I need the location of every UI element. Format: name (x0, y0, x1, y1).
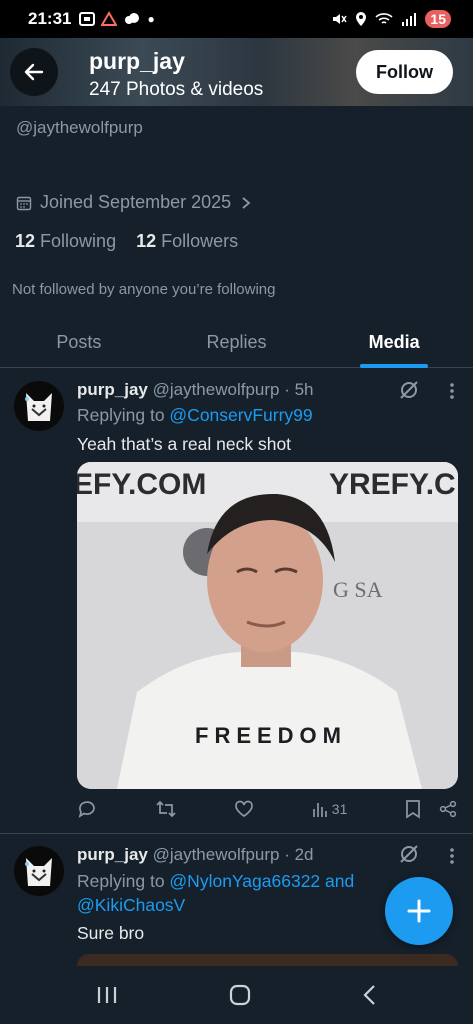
bookmark-icon[interactable] (405, 799, 421, 819)
backdrop-text-right: YREFY.C (329, 468, 456, 501)
grok-icon[interactable] (399, 380, 419, 400)
back-icon[interactable] (361, 984, 379, 1006)
share-icon[interactable] (439, 800, 457, 818)
backdrop-text-side: G SA (333, 577, 383, 602)
post-author-handle[interactable]: @jaythewolfpurp (153, 845, 280, 864)
notification-icons: ● (79, 11, 155, 27)
joined-date[interactable]: Joined September 2025 (16, 192, 253, 213)
post-media-image[interactable]: EFY.COM YREFY.C G SA FREEDOM (77, 462, 458, 789)
mention-link[interactable]: @NylonYaga66322 and (169, 871, 354, 891)
tab-replies[interactable]: Replies (158, 318, 316, 367)
profile-tabs: Posts Replies Media (0, 318, 473, 368)
tab-posts[interactable]: Posts (0, 318, 158, 367)
avatar[interactable] (14, 846, 64, 896)
post-text: Yeah that’s a real neck shot (77, 434, 292, 454)
followers-label: Followers (161, 231, 239, 251)
wolf-avatar-icon (25, 858, 52, 886)
back-arrow-icon (24, 63, 44, 81)
recent-apps-icon[interactable] (95, 984, 119, 1006)
profile-header: purp_jay 247 Photos & videos Follow (0, 38, 473, 106)
cloud-icon (125, 13, 140, 24)
followers-count: 12 (136, 231, 157, 251)
views-icon (312, 803, 327, 817)
backdrop-text-left: EFY.COM (77, 468, 206, 501)
system-nav-bar (0, 966, 473, 1024)
following-label: Following (40, 231, 117, 251)
system-icons: 15 (331, 10, 451, 28)
reply-icon[interactable] (77, 799, 97, 819)
status-bar: 21:31 ● 15 (0, 0, 473, 38)
post-time: · 5h (284, 380, 314, 399)
post-author-handle[interactable]: @jaythewolfpurp (153, 380, 280, 399)
location-icon (356, 12, 367, 26)
wifi-icon (375, 13, 393, 24)
post-author-name[interactable]: purp_jay (77, 380, 148, 399)
header-name: purp_jay (89, 48, 185, 74)
home-icon[interactable] (228, 983, 252, 1007)
replying-to-continued: @KikiChaosV (77, 895, 185, 916)
battery-indicator: 15 (425, 10, 451, 28)
views-button[interactable]: 31 (312, 800, 348, 818)
compose-button[interactable] (385, 877, 453, 945)
joined-text: Joined September 2025 (40, 192, 232, 212)
post-media-image[interactable] (77, 954, 458, 966)
mention-link[interactable]: @KikiChaosV (77, 895, 185, 915)
chevron-right-icon (242, 196, 251, 209)
back-button[interactable] (10, 48, 58, 96)
post-text: Sure bro (77, 923, 145, 943)
post-author-name[interactable]: purp_jay (77, 845, 148, 864)
replying-to: Replying to @ConservFurry99 (77, 405, 313, 426)
following-link[interactable]: 12 Following (15, 231, 116, 252)
like-icon[interactable] (234, 799, 254, 819)
mention-link[interactable]: @ConservFurry99 (169, 405, 312, 425)
replying-to: Replying to @NylonYaga66322 and (77, 871, 377, 892)
post-actions: 31 (77, 799, 457, 819)
post-divider (0, 833, 473, 834)
compose-plus-icon (407, 899, 431, 923)
followers-link[interactable]: 12 Followers (136, 231, 238, 252)
screenshot-icon (79, 12, 96, 26)
replying-prefix: Replying to (77, 405, 170, 425)
replying-prefix: Replying to (77, 871, 170, 891)
follow-button[interactable]: Follow (356, 50, 453, 94)
dot-icon: ● (147, 12, 155, 26)
tab-media[interactable]: Media (315, 318, 473, 367)
header-media-count: 247 Photos & videos (89, 79, 264, 100)
post-header: purp_jay @jaythewolfpurp · 5h (77, 380, 314, 400)
views-count: 31 (331, 801, 348, 817)
photo-illustration: EFY.COM YREFY.C G SA FREEDOM (77, 462, 458, 789)
calendar-icon (16, 196, 32, 210)
more-icon[interactable] (449, 847, 455, 865)
more-icon[interactable] (449, 382, 455, 400)
wolf-avatar-icon (25, 393, 52, 421)
post-header: purp_jay @jaythewolfpurp · 2d (77, 845, 314, 865)
post-time: · 2d (284, 845, 314, 864)
follow-stats: 12 Following 12 Followers (15, 231, 238, 252)
following-count: 12 (15, 231, 36, 251)
avatar[interactable] (14, 381, 64, 431)
not-followed-notice: Not followed by anyone you’re following (12, 281, 276, 298)
retweet-icon[interactable] (155, 799, 177, 819)
profile-handle: @jaythewolfpurp (16, 118, 143, 137)
mute-icon (333, 14, 348, 24)
signal-icon (402, 13, 417, 26)
status-time: 21:31 (28, 9, 72, 28)
shirt-text: FREEDOM (195, 723, 347, 748)
home-app-icon (101, 11, 118, 26)
grok-icon[interactable] (399, 844, 419, 864)
